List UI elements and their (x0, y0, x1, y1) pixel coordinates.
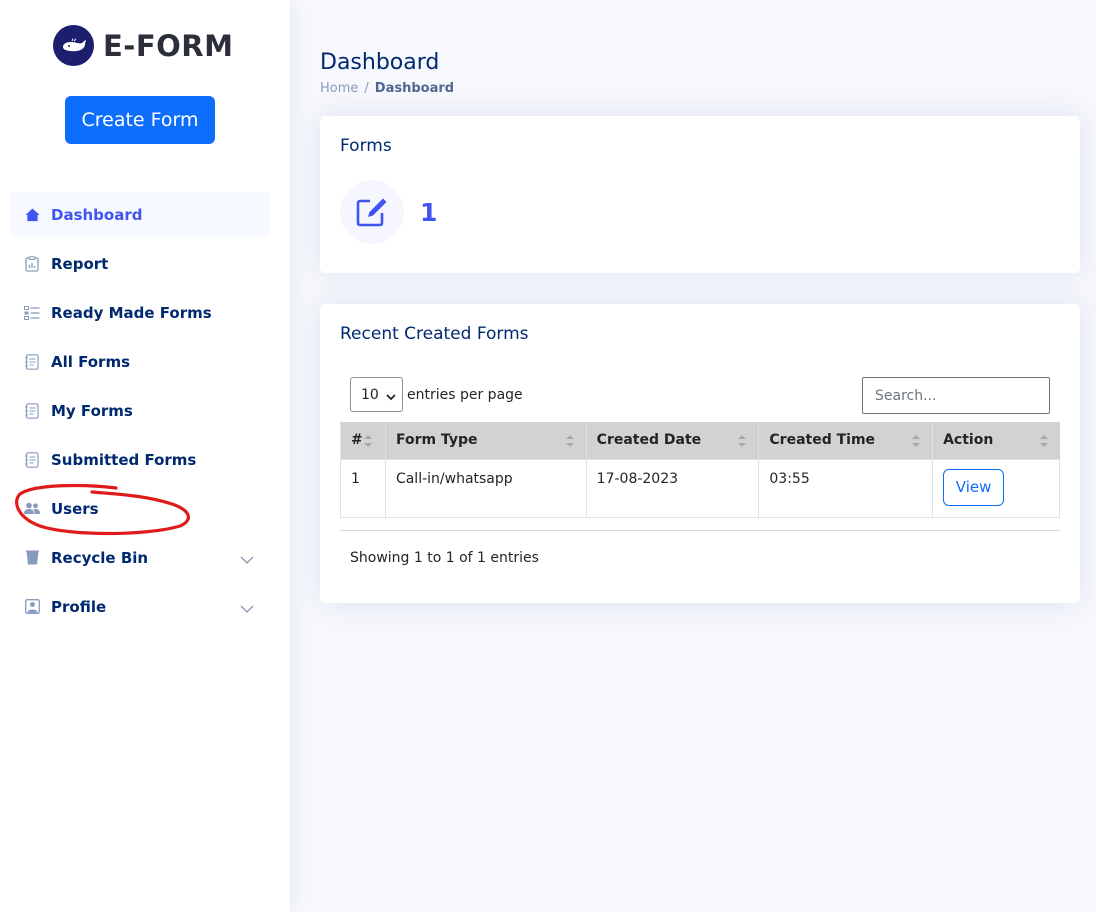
chevron-down-icon[interactable] (240, 550, 254, 568)
sidebar-item-users[interactable]: Users (10, 486, 270, 531)
search-input[interactable] (862, 377, 1050, 414)
sidebar-item-my-forms[interactable]: My Forms (10, 388, 270, 433)
whale-logo-icon (53, 25, 94, 66)
sort-icon (738, 433, 747, 453)
sidebar-item-report[interactable]: Report (10, 241, 270, 286)
sidebar-item-label: All Forms (51, 352, 131, 371)
column-header-number[interactable]: # (340, 422, 386, 459)
house-icon (24, 207, 40, 223)
sidebar-item-label: Report (51, 254, 109, 273)
person-square-icon (24, 599, 40, 615)
recent-forms-card: Recent Created Forms 10 entries per page… (320, 304, 1080, 603)
per-page-value: 10 (361, 386, 379, 403)
sidebar-item-label: Dashboard (51, 205, 143, 224)
divider (340, 530, 1060, 531)
breadcrumb: Home / Dashboard (320, 81, 454, 96)
pencil-square-icon (340, 180, 404, 244)
journal-text-icon (24, 353, 40, 370)
sidebar-item-label: Profile (51, 597, 107, 616)
journal-text-icon (24, 402, 40, 419)
sidebar-item-submitted-forms[interactable]: Submitted Forms (10, 437, 270, 482)
create-form-button[interactable]: Create Form (65, 96, 215, 144)
list-check-icon (24, 305, 40, 321)
people-icon (24, 501, 40, 517)
sidebar-item-label: Submitted Forms (51, 450, 197, 469)
breadcrumb-home[interactable]: Home (320, 81, 358, 96)
brand-name: E-FORM (103, 28, 234, 63)
sidebar-item-label: Users (51, 499, 99, 518)
chevron-down-icon (386, 389, 396, 405)
column-header-created-date[interactable]: Created Date (585, 422, 759, 459)
table-row: 1 Call-in/whatsapp 17-08-2023 03:55 View (340, 458, 1060, 518)
recent-forms-title: Recent Created Forms (340, 324, 529, 344)
sidebar-nav: Dashboard Report Ready Made Forms All Fo… (10, 192, 270, 633)
table-header-row: # Form Type Created Date Created Time Ac… (340, 422, 1060, 459)
column-header-action[interactable]: Action (932, 422, 1060, 459)
logo[interactable]: E-FORM (53, 25, 234, 66)
clipboard-data-icon (24, 255, 40, 272)
page-title: Dashboard (320, 50, 440, 75)
row-created-time: 03:55 (758, 458, 934, 518)
per-page-label: entries per page (407, 386, 523, 403)
forms-card-title: Forms (340, 136, 392, 156)
sidebar-item-ready-made-forms[interactable]: Ready Made Forms (10, 290, 270, 335)
sidebar-item-label: Recycle Bin (51, 548, 149, 567)
forms-count: 1 (420, 198, 438, 227)
entries-per-page: 10 entries per page (350, 377, 523, 412)
breadcrumb-current: Dashboard (374, 81, 455, 96)
row-action: View (932, 458, 1060, 518)
sort-icon (1039, 433, 1048, 453)
sort-icon (565, 433, 574, 453)
breadcrumb-separator: / (364, 81, 369, 96)
sidebar: E-FORM Create Form Dashboard Report Read… (0, 0, 290, 912)
sidebar-item-label: My Forms (51, 401, 133, 420)
forms-card: Forms 1 (320, 116, 1080, 273)
view-button[interactable]: View (943, 468, 1005, 506)
table-info: Showing 1 to 1 of 1 entries (350, 550, 539, 566)
sidebar-item-label: Ready Made Forms (51, 303, 212, 322)
sort-icon (363, 433, 372, 453)
chevron-down-icon[interactable] (240, 599, 254, 617)
sort-icon (912, 433, 921, 453)
sidebar-item-all-forms[interactable]: All Forms (10, 339, 270, 384)
sidebar-item-recycle-bin[interactable]: Recycle Bin (10, 535, 270, 580)
column-header-form-type[interactable]: Form Type (384, 422, 587, 459)
row-form-type: Call-in/whatsapp (384, 458, 587, 518)
row-created-date: 17-08-2023 (585, 458, 760, 518)
recent-forms-table: # Form Type Created Date Created Time Ac… (340, 422, 1060, 518)
sidebar-item-dashboard[interactable]: Dashboard (10, 192, 270, 237)
per-page-select[interactable]: 10 (350, 377, 403, 412)
row-number: 1 (340, 458, 386, 518)
trash-icon (24, 550, 40, 566)
sidebar-item-profile[interactable]: Profile (10, 584, 270, 629)
journal-text-icon (24, 451, 40, 468)
column-header-created-time[interactable]: Created Time (758, 422, 933, 459)
